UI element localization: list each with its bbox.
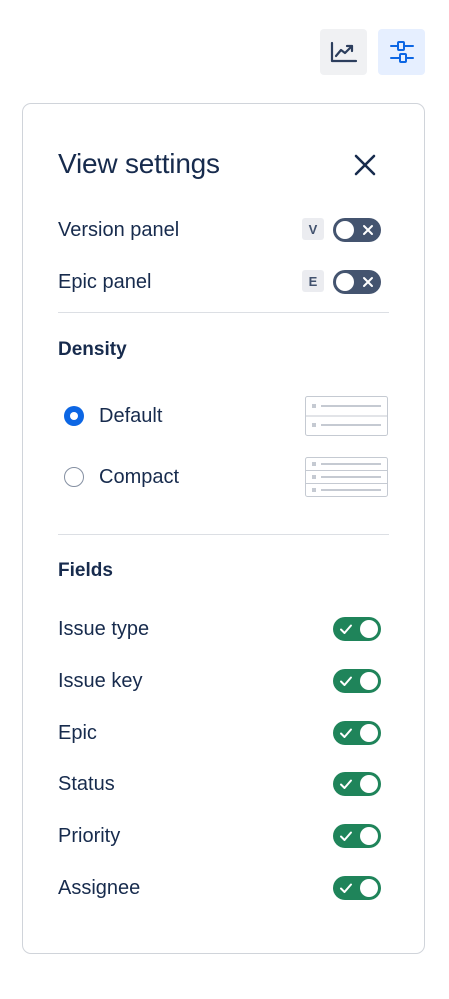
toggle-x-icon <box>363 277 373 287</box>
field-row-issue-type: Issue type <box>58 614 381 644</box>
priority-toggle[interactable] <box>333 824 381 848</box>
default-density-preview <box>305 396 388 436</box>
check-icon <box>340 831 352 841</box>
epic-panel-label: Epic panel <box>58 270 152 293</box>
trending-chart-icon <box>330 41 357 63</box>
view-settings-button[interactable] <box>378 29 425 75</box>
check-icon <box>340 676 352 686</box>
field-label: Issue type <box>58 617 150 640</box>
toggle-x-icon <box>363 225 373 235</box>
density-compact-label: Compact <box>99 465 180 488</box>
version-panel-row: Version panel V <box>58 215 381 245</box>
fields-heading: Fields <box>58 560 113 581</box>
field-label: Epic <box>58 721 97 744</box>
check-icon <box>340 779 352 789</box>
epic-shortcut-badge: E <box>302 270 324 292</box>
version-shortcut-badge: V <box>302 218 324 240</box>
field-label: Priority <box>58 824 121 847</box>
insights-button[interactable] <box>320 29 367 75</box>
check-icon <box>340 624 352 634</box>
field-label: Assignee <box>58 876 141 899</box>
view-settings-panel: View settings Version panel V Epic panel… <box>22 103 425 954</box>
divider <box>58 534 389 535</box>
field-label: Issue key <box>58 669 143 692</box>
density-heading: Density <box>58 339 127 360</box>
compact-density-preview <box>305 457 388 497</box>
version-panel-toggle[interactable] <box>333 218 381 242</box>
panel-title: View settings <box>58 148 220 179</box>
epic-toggle[interactable] <box>333 721 381 745</box>
radio-compact[interactable] <box>64 467 84 487</box>
check-icon <box>340 883 352 893</box>
field-row-issue-key: Issue key <box>58 666 381 696</box>
top-toolbar <box>320 29 425 75</box>
epic-panel-row: Epic panel E <box>58 267 381 297</box>
sliders-icon <box>389 41 414 63</box>
issue-type-toggle[interactable] <box>333 617 381 641</box>
field-row-epic: Epic <box>58 718 381 748</box>
field-row-priority: Priority <box>58 821 381 851</box>
field-row-status: Status <box>58 769 381 799</box>
close-icon[interactable] <box>352 152 378 178</box>
field-label: Status <box>58 772 115 795</box>
radio-default[interactable] <box>64 406 84 426</box>
density-option-compact[interactable]: Compact <box>64 457 388 497</box>
epic-panel-toggle[interactable] <box>333 270 381 294</box>
assignee-toggle[interactable] <box>333 876 381 900</box>
issue-key-toggle[interactable] <box>333 669 381 693</box>
version-panel-label: Version panel <box>58 218 180 241</box>
field-row-assignee: Assignee <box>58 873 381 903</box>
status-toggle[interactable] <box>333 772 381 796</box>
density-option-default[interactable]: Default <box>64 396 388 436</box>
check-icon <box>340 728 352 738</box>
density-default-label: Default <box>99 404 163 427</box>
divider <box>58 312 389 313</box>
